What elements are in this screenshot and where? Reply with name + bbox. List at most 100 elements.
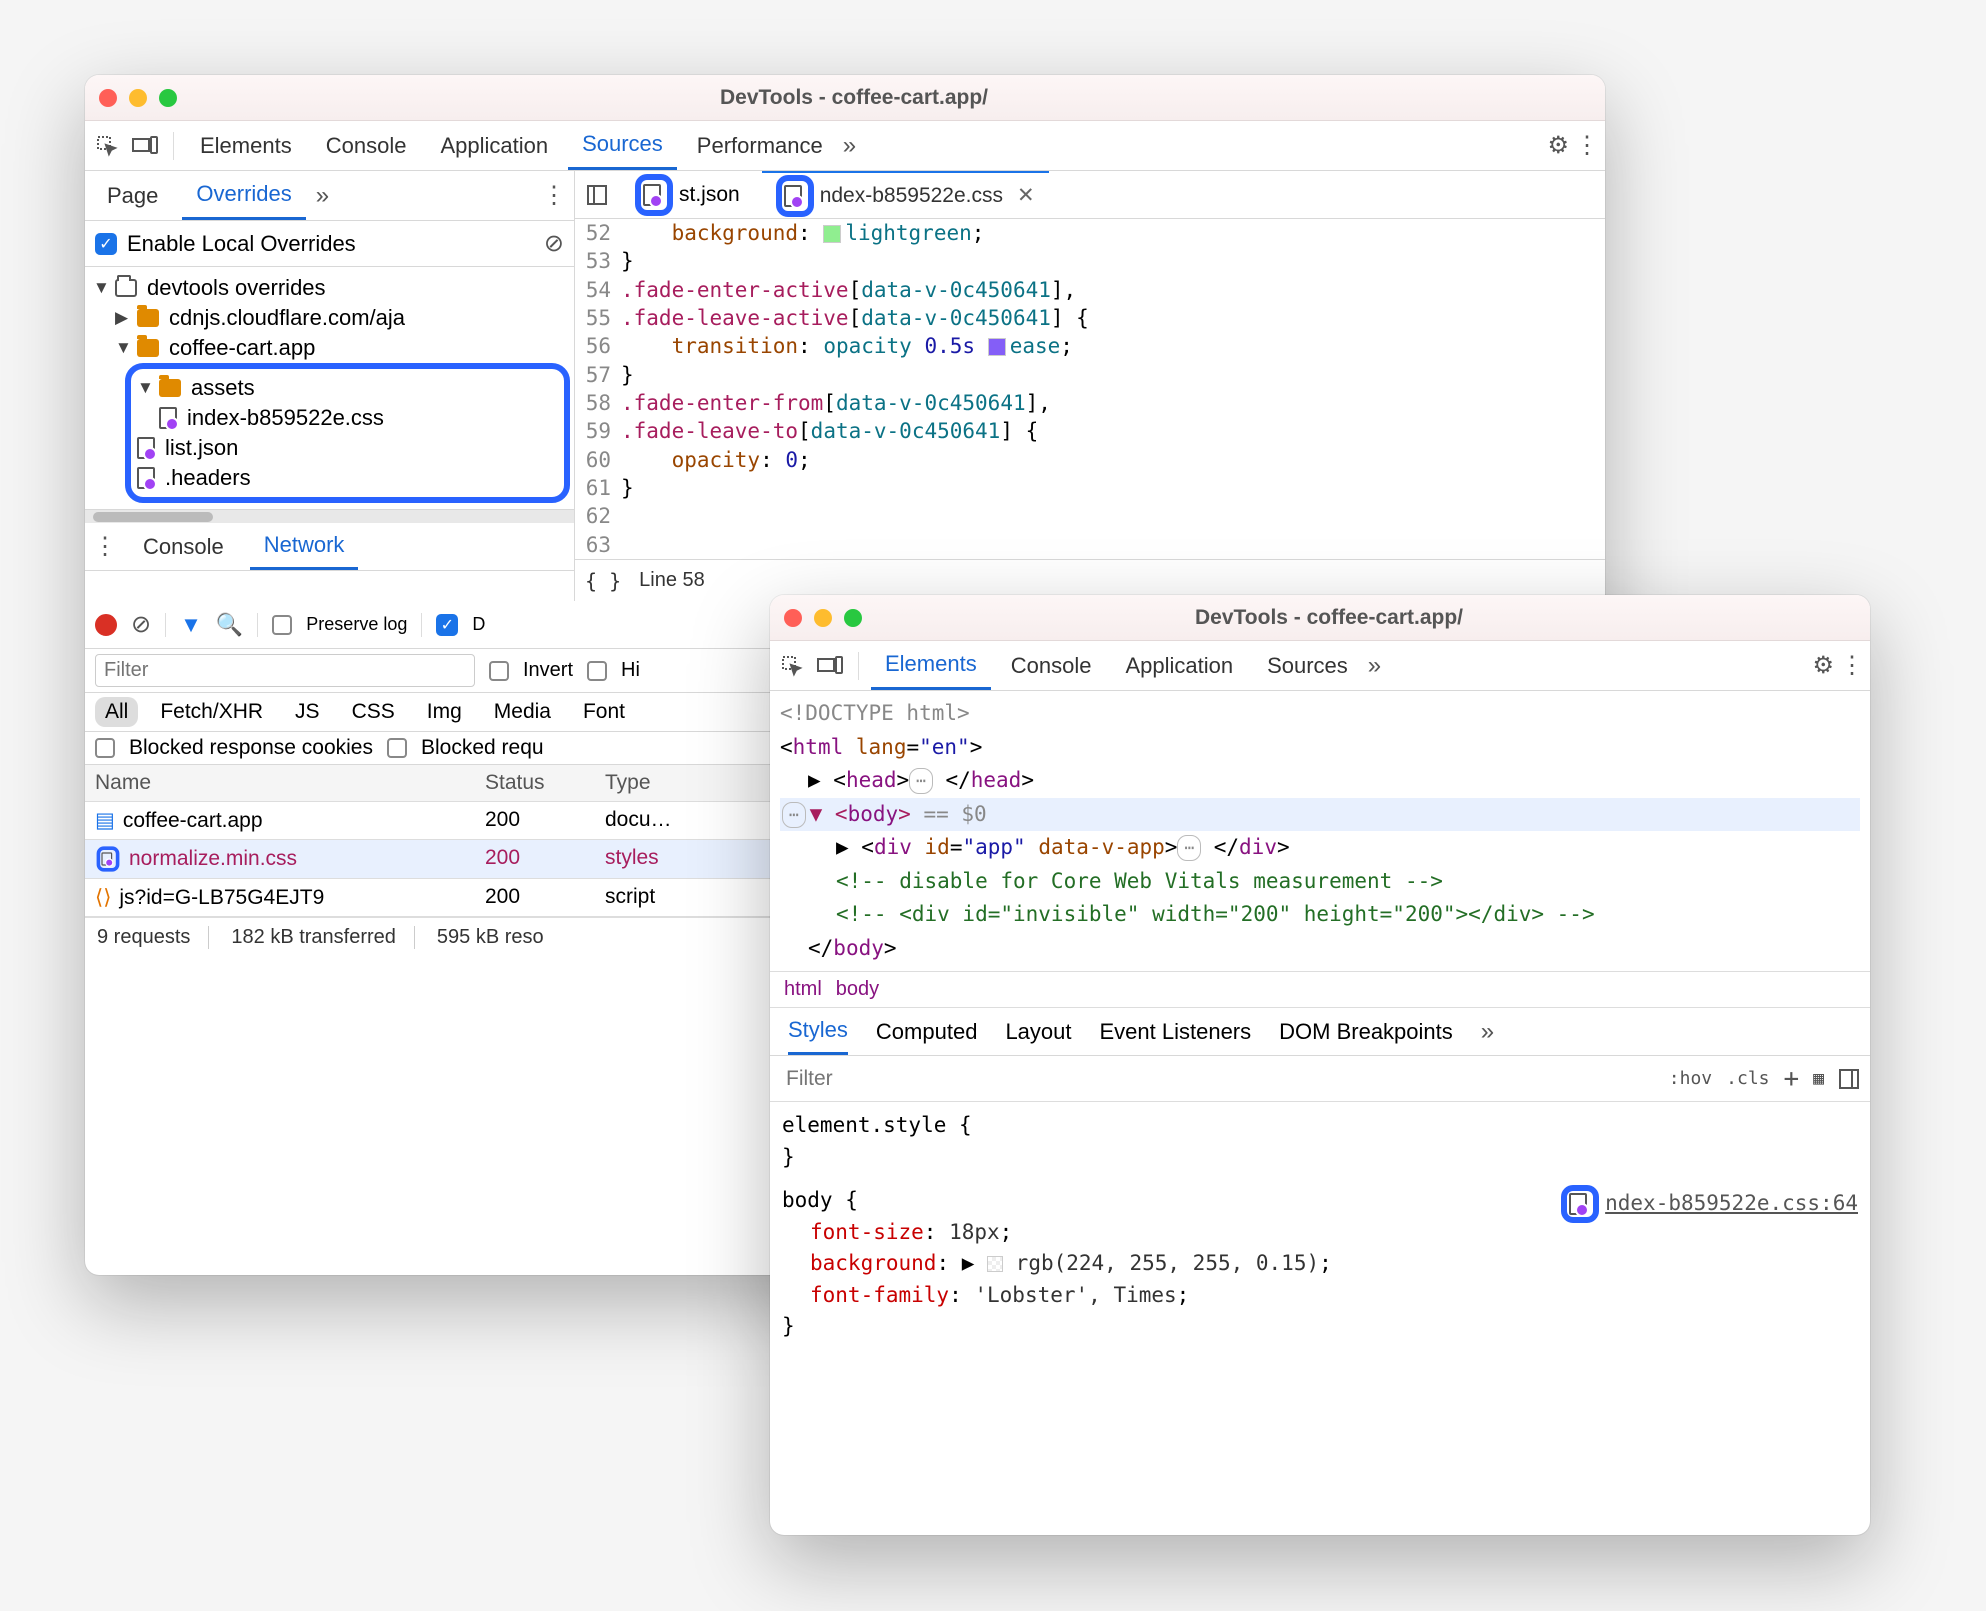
chip-all[interactable]: All (95, 697, 138, 727)
chip-css[interactable]: CSS (342, 697, 405, 727)
blocked-cookies-checkbox[interactable] (95, 738, 115, 758)
min-dot[interactable] (129, 89, 147, 107)
editor-tab-json[interactable]: st.json (621, 171, 754, 218)
nav-menu-icon[interactable]: ⋮ (542, 181, 566, 210)
chip-js[interactable]: JS (285, 697, 330, 727)
window-title: DevTools - coffee-cart.app/ (177, 86, 1531, 110)
close-dot[interactable] (99, 89, 117, 107)
settings-icon[interactable]: ⚙ (1812, 651, 1834, 680)
hide-checkbox[interactable] (587, 661, 607, 681)
more-tabs-icon[interactable]: » (1368, 652, 1381, 680)
script-icon: ⟨⟩ (95, 885, 111, 910)
tree-item[interactable]: cdnjs.cloudflare.com/aja (169, 305, 405, 331)
more-tabs-icon[interactable]: » (843, 132, 856, 160)
cls-toggle[interactable]: .cls (1726, 1068, 1769, 1089)
editor-panel: st.json ndex-b859522e.css ✕ 525354555657… (575, 171, 1605, 601)
clear-icon[interactable]: ⊘ (131, 610, 151, 639)
highlighted-tree-group: assets index-b859522e.css list.json .hea… (125, 363, 570, 503)
file-override-icon (643, 184, 661, 206)
col-status[interactable]: Status (475, 765, 595, 801)
inspect-icon[interactable] (776, 650, 808, 682)
enable-label: Enable Local Overrides (127, 231, 356, 257)
drawer-menu-icon[interactable]: ⋮ (93, 532, 117, 561)
styles-tabs: Styles Computed Layout Event Listeners D… (770, 1008, 1870, 1056)
chip-fetch[interactable]: Fetch/XHR (150, 697, 273, 727)
blocked-cookies-label: Blocked response cookies (129, 736, 373, 760)
blocked-req-label: Blocked requ (421, 736, 544, 760)
col-name[interactable]: Name (85, 765, 475, 801)
max-dot[interactable] (844, 609, 862, 627)
inspect-icon[interactable] (91, 130, 123, 162)
subtab-overrides[interactable]: Overrides (182, 171, 305, 220)
tab-sources[interactable]: Sources (568, 121, 677, 170)
menu-icon[interactable]: ⋮ (1575, 131, 1599, 160)
drawer-tabs: ⋮ Console Network (85, 523, 574, 571)
dom-tree[interactable]: <!DOCTYPE html> <html lang="en"> ▶ <head… (770, 691, 1870, 971)
blocked-req-checkbox[interactable] (387, 738, 407, 758)
subtab-page[interactable]: Page (93, 171, 172, 220)
tree-root[interactable]: devtools overrides (147, 275, 326, 301)
settings-icon[interactable]: ⚙ (1547, 131, 1569, 160)
device-icon[interactable] (129, 130, 161, 162)
tree-file-headers[interactable]: .headers (165, 465, 251, 491)
stab-listeners[interactable]: Event Listeners (1100, 1019, 1252, 1045)
filter-icon[interactable]: ▼ (180, 612, 202, 638)
more-stabs-icon[interactable]: » (1481, 1018, 1494, 1046)
tab-application[interactable]: Application (1111, 641, 1247, 690)
chip-font[interactable]: Font (573, 697, 635, 727)
tree-item[interactable]: coffee-cart.app (169, 335, 315, 361)
tab-elements[interactable]: Elements (186, 121, 306, 170)
tree-file-json[interactable]: list.json (165, 435, 238, 461)
source-link[interactable]: ndex-b859522e.css:64 (1561, 1185, 1858, 1223)
tab-sources[interactable]: Sources (1253, 641, 1362, 690)
styles-toolbar: :hov .cls + ▦ (770, 1056, 1870, 1102)
chip-media[interactable]: Media (484, 697, 561, 727)
hov-toggle[interactable]: :hov (1669, 1068, 1712, 1089)
crumb-body[interactable]: body (836, 978, 879, 1001)
checkbox-checked-icon[interactable]: ✓ (95, 233, 117, 255)
clear-icon[interactable]: ⊘ (544, 229, 564, 258)
file-override-icon (101, 853, 112, 866)
disable-cache-checkbox[interactable]: ✓ (436, 614, 458, 636)
tree-file-css[interactable]: index-b859522e.css (187, 405, 384, 431)
max-dot[interactable] (159, 89, 177, 107)
new-rule-icon[interactable]: + (1784, 1064, 1800, 1094)
toggle-sidebar-icon[interactable] (1838, 1068, 1860, 1090)
editor-tab-css[interactable]: ndex-b859522e.css ✕ (762, 171, 1049, 218)
tab-performance[interactable]: Performance (683, 121, 837, 170)
drawer-console[interactable]: Console (129, 523, 238, 570)
close-dot[interactable] (784, 609, 802, 627)
drawer-network[interactable]: Network (250, 523, 359, 570)
titlebar: DevTools - coffee-cart.app/ (85, 75, 1605, 121)
enable-overrides-row[interactable]: ✓ Enable Local Overrides ⊘ (85, 221, 574, 267)
toggle-nav-icon[interactable] (581, 179, 613, 211)
device-icon[interactable] (814, 650, 846, 682)
search-icon[interactable]: 🔍 (216, 612, 243, 638)
stab-styles[interactable]: Styles (788, 1008, 848, 1055)
tab-elements[interactable]: Elements (871, 641, 991, 690)
more-subtabs-icon[interactable]: » (316, 182, 329, 210)
invert-checkbox[interactable] (489, 661, 509, 681)
filter-input[interactable] (95, 654, 475, 687)
stab-breakpoints[interactable]: DOM Breakpoints (1279, 1019, 1453, 1045)
close-icon[interactable]: ✕ (1017, 183, 1035, 208)
toggle-computed-icon[interactable]: ▦ (1813, 1068, 1824, 1089)
tab-console[interactable]: Console (997, 641, 1106, 690)
record-icon[interactable] (95, 614, 117, 636)
preserve-log-checkbox[interactable] (272, 615, 292, 635)
tab-console[interactable]: Console (312, 121, 421, 170)
stab-layout[interactable]: Layout (1005, 1019, 1071, 1045)
document-icon: ▤ (95, 808, 115, 833)
stab-computed[interactable]: Computed (876, 1019, 978, 1045)
main-toolbar: Elements Console Application Sources Per… (85, 121, 1605, 171)
chip-img[interactable]: Img (417, 697, 472, 727)
tab-application[interactable]: Application (426, 121, 562, 170)
styles-filter-input[interactable] (780, 1061, 1659, 1097)
code-editor[interactable]: 525354555657585960616263 background: lig… (575, 219, 1605, 559)
crumb-html[interactable]: html (784, 978, 822, 1001)
menu-icon[interactable]: ⋮ (1840, 651, 1864, 680)
pretty-print-icon[interactable]: { } (585, 569, 621, 593)
min-dot[interactable] (814, 609, 832, 627)
styles-pane[interactable]: element.style { } ndex-b859522e.css:64 b… (770, 1102, 1870, 1351)
tree-folder-assets[interactable]: assets (191, 375, 255, 401)
